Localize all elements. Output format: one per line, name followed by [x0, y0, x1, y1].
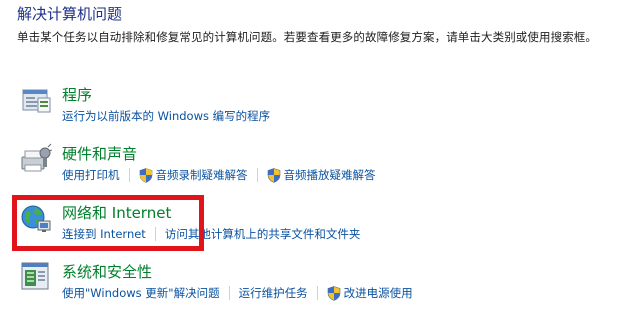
shield-icon: [139, 167, 152, 183]
link-separator: [228, 286, 230, 300]
link-run-maintenance[interactable]: 运行维护任务: [239, 285, 308, 301]
hardware-sound-icon[interactable]: [20, 143, 53, 175]
link-access-shared-files[interactable]: 访问其他计算机上的共享文件和文件夹: [165, 226, 361, 242]
link-audio-playback-label: 音频播放疑难解答: [283, 168, 376, 182]
category-title-network-internet[interactable]: 网络和 Internet: [62, 202, 171, 223]
link-separator: [128, 168, 130, 182]
link-separator: [316, 286, 318, 300]
shield-icon: [327, 285, 340, 301]
category-title-hardware-sound[interactable]: 硬件和声音: [62, 143, 137, 164]
link-run-legacy-programs[interactable]: 运行为以前版本的 Windows 编写的程序: [62, 108, 270, 124]
link-improve-power-usage[interactable]: 改进电源使用: [327, 285, 413, 301]
link-separator: [154, 227, 156, 241]
link-connect-internet[interactable]: 连接到 Internet: [62, 226, 146, 242]
category-title-programs[interactable]: 程序: [62, 84, 92, 105]
link-use-printer[interactable]: 使用打印机: [62, 167, 120, 183]
category-hardware-sound: 硬件和声音 使用打印机 音频录制疑难解答 音频播放疑难解答: [20, 143, 580, 193]
programs-icon[interactable]: [20, 84, 52, 116]
shield-icon: [267, 167, 280, 183]
link-audio-recording-label: 音频录制疑难解答: [155, 168, 248, 182]
page-description: 单击某个任务以自动排除和修复常见的计算机问题。若要查看更多的故障修复方案，请单击…: [17, 30, 597, 44]
category-network-internet: 网络和 Internet 连接到 Internet 访问其他计算机上的共享文件和…: [20, 202, 580, 252]
category-system-security: 系统和安全性 使用"Windows 更新"解决问题 运行维护任务 改进电源使用: [20, 261, 580, 311]
link-separator: [256, 168, 258, 182]
page-title: 解决计算机问题: [17, 5, 123, 23]
link-windows-update-fix[interactable]: 使用"Windows 更新"解决问题: [62, 285, 220, 301]
link-improve-power-label: 改进电源使用: [343, 286, 413, 300]
network-internet-icon[interactable]: [20, 202, 52, 234]
link-audio-playback-troubleshooter[interactable]: 音频播放疑难解答: [267, 167, 376, 183]
category-programs: 程序 运行为以前版本的 Windows 编写的程序: [20, 84, 580, 134]
system-security-icon[interactable]: [20, 261, 52, 293]
link-audio-recording-troubleshooter[interactable]: 音频录制疑难解答: [139, 167, 248, 183]
category-title-system-security[interactable]: 系统和安全性: [62, 261, 152, 282]
